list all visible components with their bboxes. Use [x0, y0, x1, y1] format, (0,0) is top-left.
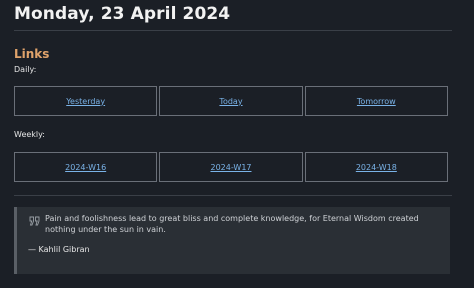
quote-text: Pain and foolishness lead to great bliss…: [45, 214, 419, 234]
yesterday-link[interactable]: Yesterday: [66, 97, 105, 106]
daily-link-cell-today[interactable]: Today: [159, 86, 303, 116]
weekly-label: Weekly:: [14, 130, 45, 139]
quote-block: Pain and foolishness lead to great bliss…: [14, 207, 450, 274]
daily-note-page: Monday, 23 April 2024 Links Daily: Yeste…: [14, 0, 452, 288]
links-heading: Links: [14, 47, 50, 61]
tomorrow-link[interactable]: Tomorrow: [357, 97, 396, 106]
weekly-link-cell-w17[interactable]: 2024-W17: [159, 152, 303, 182]
quote-author: — Kahlil Gibran: [28, 245, 90, 254]
title-divider: [14, 30, 452, 31]
week-w17-link[interactable]: 2024-W17: [210, 163, 251, 172]
weekly-link-cell-w16[interactable]: 2024-W16: [14, 152, 158, 182]
daily-label: Daily:: [14, 65, 37, 74]
links-divider: [14, 195, 452, 196]
week-w16-link[interactable]: 2024-W16: [65, 163, 106, 172]
weekly-link-cell-w18[interactable]: 2024-W18: [304, 152, 448, 182]
weekly-links-row: 2024-W16 2024-W17 2024-W18: [14, 152, 448, 182]
week-w18-link[interactable]: 2024-W18: [356, 163, 397, 172]
today-link[interactable]: Today: [219, 97, 242, 106]
daily-links-row: Yesterday Today Tomorrow: [14, 86, 448, 116]
page-title: Monday, 23 April 2024: [14, 4, 231, 24]
daily-link-cell-yesterday[interactable]: Yesterday: [14, 86, 158, 116]
quote-icon: [29, 212, 41, 226]
daily-link-cell-tomorrow[interactable]: Tomorrow: [304, 86, 448, 116]
